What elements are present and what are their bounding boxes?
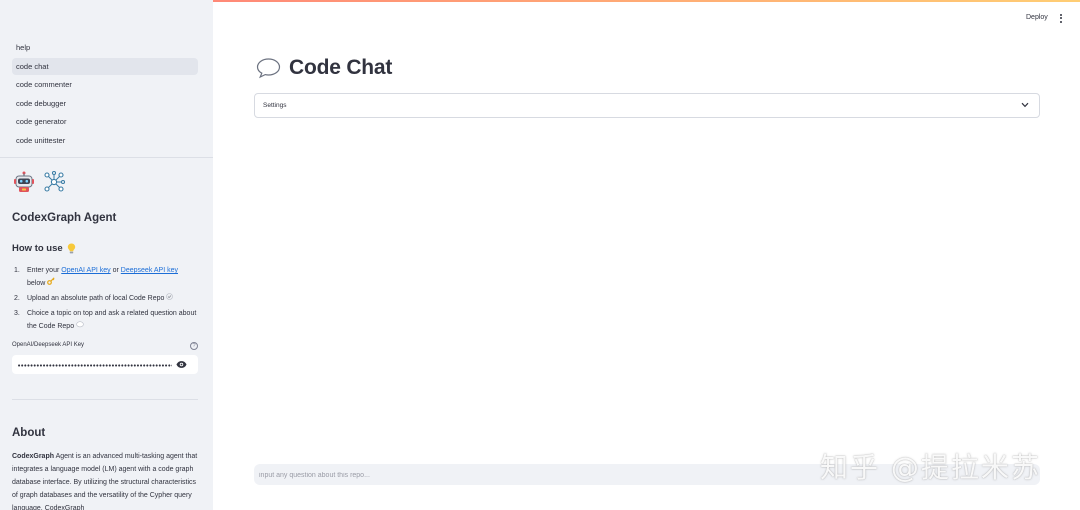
howto-step-1: 1. Enter your OpenAI API key or Deepseek… xyxy=(12,264,198,290)
step-text: Choice a topic on top and ask a related … xyxy=(27,310,197,330)
sidebar-item-code-commenter[interactable]: code commenter xyxy=(12,76,198,93)
sidebar-nav: help code chat code commenter code debug… xyxy=(12,39,198,150)
step-text: below xyxy=(27,280,46,287)
speech-bubble-icon xyxy=(256,58,281,79)
sidebar-nav-divider xyxy=(0,157,213,158)
about-heading: About xyxy=(12,427,46,439)
step-number: 2. xyxy=(14,295,20,302)
watermark: 知乎 @提拉米苏 xyxy=(820,451,1041,484)
page-title-text: Code Chat xyxy=(289,56,393,79)
step-number: 1. xyxy=(14,267,20,274)
howto-steps: 1. Enter your OpenAI API key or Deepseek… xyxy=(12,264,198,335)
howto-step-3: 3. Choice a topic on top and ask a relat… xyxy=(12,307,198,333)
api-key-label: OpenAI/Deepseek API Key xyxy=(12,342,85,348)
step-text: Upload an absolute path of local Code Re… xyxy=(27,295,165,302)
about-brand: CodexGraph xyxy=(12,453,55,460)
step-text: Enter your xyxy=(27,267,62,274)
openai-api-key-link[interactable]: OpenAI API key xyxy=(61,267,110,274)
main-menu-kebab-icon[interactable] xyxy=(1056,12,1066,24)
logo-row xyxy=(12,170,66,194)
sidebar: help code chat code commenter code debug… xyxy=(0,0,213,510)
help-tooltip-icon[interactable]: ? xyxy=(190,342,198,350)
deploy-button[interactable]: Deploy xyxy=(1020,12,1054,24)
api-key-field xyxy=(12,355,198,376)
deepseek-api-key-link[interactable]: Deepseek API key xyxy=(121,267,178,274)
chevron-down-icon xyxy=(1021,102,1029,108)
checkmark-icon xyxy=(166,293,174,300)
howto-heading: How to use xyxy=(12,243,76,254)
show-password-eye-icon[interactable] xyxy=(176,360,187,369)
sidebar-item-code-unittester[interactable]: code unittester xyxy=(12,132,198,149)
speech-bubble-small-icon xyxy=(76,321,84,328)
robot-logo-icon xyxy=(14,171,34,192)
api-key-input[interactable] xyxy=(12,356,172,376)
agent-title: CodexGraph Agent xyxy=(12,212,117,224)
about-description: CodexGraph Agent is an advanced multi-ta… xyxy=(12,450,200,510)
about-body: Agent is an advanced multi-tasking agent… xyxy=(12,453,198,510)
howto-heading-text: How to use xyxy=(12,243,63,254)
settings-expander[interactable]: Settings xyxy=(254,93,1040,118)
step-text: or xyxy=(110,267,121,274)
lightbulb-icon xyxy=(67,243,75,254)
step-number: 3. xyxy=(14,310,20,317)
sidebar-item-code-debugger[interactable]: code debugger xyxy=(12,95,198,112)
howto-step-2: 2. Upload an absolute path of local Code… xyxy=(12,292,198,305)
key-icon xyxy=(47,277,55,285)
page-title: Code Chat xyxy=(256,56,392,80)
sidebar-item-help[interactable]: help xyxy=(12,39,198,56)
settings-label: Settings xyxy=(263,102,287,109)
sidebar-item-code-chat[interactable]: code chat xyxy=(12,57,198,75)
graph-logo-icon xyxy=(44,170,66,192)
sidebar-item-code-generator[interactable]: code generator xyxy=(12,113,198,130)
about-divider xyxy=(12,399,198,400)
